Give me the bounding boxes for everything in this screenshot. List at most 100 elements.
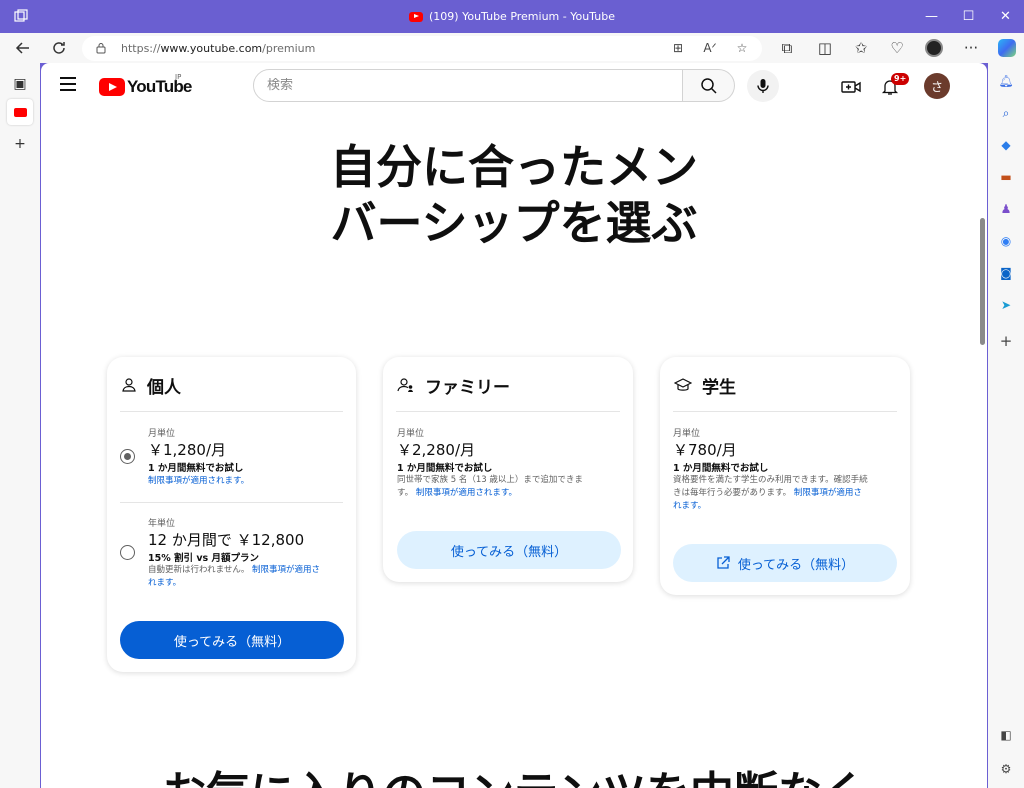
maximize-button[interactable]: ☐	[950, 0, 987, 33]
restrictions-link[interactable]: 制限事項が適用さ	[794, 488, 862, 498]
browser-essentials-button[interactable]: ♡	[882, 33, 912, 63]
section-heading: お気に入りのコンテンツを中断なく	[41, 757, 987, 788]
menu-hamburger-icon[interactable]	[60, 77, 82, 95]
tag-icon: ◆	[1001, 138, 1011, 152]
tab-youtube[interactable]	[7, 99, 33, 125]
plan-header: ファミリー	[397, 373, 510, 398]
youtube-wordmark: YouTube	[127, 77, 192, 96]
divider	[396, 411, 620, 412]
extensions-button[interactable]: ⧉	[772, 33, 802, 63]
sidebar-notifications-button[interactable]: 🔔︎	[996, 71, 1016, 91]
plus-icon: +	[14, 136, 26, 152]
page-scrollbar[interactable]	[980, 218, 985, 345]
sidebar-outlook-button[interactable]: ◙	[996, 263, 1016, 283]
tab-actions-button[interactable]: ▣	[7, 71, 33, 97]
voice-search-button[interactable]	[747, 70, 779, 102]
tab-actions-icon: ▣	[13, 76, 27, 92]
sidebar-settings-button[interactable]: ⚙	[996, 759, 1016, 779]
account-avatar[interactable]: さ	[924, 73, 950, 99]
address-bar[interactable]: https://www.youtube.com/premium ⊞ Aᐟ ☆	[82, 36, 762, 61]
close-button[interactable]: ✕	[987, 0, 1024, 33]
family-description: 同世帯で家族 5 名（13 歳以上）まで追加できま す。 制限事項が適用されます…	[397, 475, 583, 498]
window-controls: — ☐ ✕	[913, 0, 1024, 33]
back-arrow-icon	[15, 42, 29, 54]
search-input[interactable]	[267, 78, 657, 93]
split-screen-button[interactable]: ◫	[810, 33, 840, 63]
minimize-button[interactable]: —	[913, 0, 950, 33]
send-icon: ➤	[1000, 298, 1012, 312]
plus-icon: +	[999, 332, 1013, 350]
m365-icon: ◉	[1000, 234, 1012, 248]
heart-pulse-icon: ♡	[890, 39, 904, 57]
split-screen-icon: ◫	[817, 39, 833, 57]
search-box[interactable]	[253, 69, 683, 102]
microphone-icon	[757, 79, 769, 93]
back-button[interactable]	[8, 33, 38, 63]
copilot-button[interactable]	[992, 33, 1022, 63]
refresh-icon	[53, 42, 65, 54]
auto-renew-note: 自動更新は行われません。 制限事項が適用さ れます。	[148, 565, 321, 588]
discount-text: 15% 割引 vs 月額プラン	[148, 553, 260, 564]
read-aloud-icon[interactable]: Aᐟ	[702, 40, 718, 56]
youtube-tab-icon	[13, 107, 27, 117]
lock-icon[interactable]	[96, 42, 106, 54]
student-try-free-button[interactable]: 使ってみる（無料）	[673, 544, 897, 582]
favorites-icon: ✩	[854, 39, 868, 57]
divider	[120, 502, 343, 503]
search-icon: ⌕	[1002, 105, 1010, 120]
sidebar-tools-button[interactable]: ▬	[996, 167, 1016, 187]
plan-header: 学生	[674, 373, 736, 398]
person-icon	[122, 378, 136, 392]
page-title-line-1: 自分に合ったメン	[330, 140, 698, 194]
window-titlebar: (109) YouTube Premium - YouTube — ☐ ✕	[0, 0, 1024, 33]
youtube-play-icon	[99, 78, 125, 96]
favorites-button[interactable]: ✩	[846, 33, 876, 63]
window-title: (109) YouTube Premium - YouTube	[0, 0, 1024, 33]
settings-more-button[interactable]: ···	[956, 33, 986, 63]
monthly-price: ￥1,280/月	[148, 441, 226, 459]
vertical-tab-bar: ▣ +	[0, 63, 40, 788]
divider	[673, 411, 897, 412]
monthly-radio[interactable]	[120, 449, 135, 464]
student-option: 月単位 ￥780/月 1 か月間無料でお試し 資格要件を満たす学生のみ利用できま…	[673, 426, 901, 513]
sidebar-games-button[interactable]: ♟	[996, 199, 1016, 219]
sidebar-hide-button[interactable]: ◧	[996, 725, 1016, 745]
restrictions-link[interactable]: 制限事項が適用さ	[252, 565, 320, 575]
billing-period-label: 月単位	[673, 429, 701, 439]
create-button[interactable]	[838, 74, 864, 100]
annual-option[interactable]: 年単位 12 か月間で ￥12,800 15% 割引 vs 月額プラン 自動更新…	[148, 516, 348, 590]
url-text[interactable]: https://www.youtube.com/premium	[121, 42, 315, 55]
app-available-icon[interactable]: ⊞	[670, 40, 686, 56]
profile-button[interactable]	[919, 33, 949, 63]
refresh-button[interactable]	[44, 33, 74, 63]
restrictions-link-cont[interactable]: れます。	[673, 501, 706, 511]
individual-try-free-button[interactable]: 使ってみる（無料）	[120, 621, 344, 659]
annual-price: 12 か月間で ￥12,800	[148, 531, 305, 549]
external-link-icon	[717, 556, 730, 569]
divider	[120, 411, 343, 412]
monthly-option[interactable]: 月単位 ￥1,280/月 1 か月間無料でお試し 制限事項が適用されます。	[148, 426, 348, 486]
toolbox-icon: ▬	[1000, 170, 1012, 184]
puzzle-icon: ⧉	[781, 39, 793, 57]
family-price: ￥2,280/月	[397, 441, 475, 459]
plan-card-family: ファミリー 月単位 ￥2,280/月 1 か月間無料でお試し 同世帯で家族 5 …	[383, 357, 633, 582]
youtube-logo[interactable]: YouTube JP	[99, 73, 192, 97]
search-button[interactable]	[683, 69, 735, 102]
copilot-icon	[998, 39, 1016, 57]
restrictions-link[interactable]: 制限事項が適用されます。	[148, 474, 348, 486]
sidebar-drop-button[interactable]: ➤	[996, 295, 1016, 315]
page-title: 自分に合ったメン バーシップを選ぶ	[41, 139, 987, 251]
sidebar-add-button[interactable]: +	[996, 331, 1016, 351]
restrictions-link-cont[interactable]: れます。	[148, 578, 181, 588]
sidebar-search-button[interactable]: ⌕	[996, 103, 1016, 123]
family-try-free-button[interactable]: 使ってみる（無料）	[397, 531, 621, 569]
new-tab-button[interactable]: +	[7, 131, 33, 157]
favorite-star-icon[interactable]: ☆	[734, 40, 750, 56]
sidebar-m365-button[interactable]: ◉	[996, 231, 1016, 251]
sidebar-shopping-button[interactable]: ◆	[996, 135, 1016, 155]
restrictions-link[interactable]: 制限事項が適用されます。	[416, 488, 517, 498]
sidebar-layout-icon: ◧	[1000, 728, 1012, 742]
edge-sidebar: 🔔︎ ⌕ ◆ ▬ ♟ ◉ ◙ ➤ + ◧ ⚙	[988, 63, 1024, 788]
youtube-header: YouTube JP 9+ さ	[41, 63, 987, 111]
annual-radio[interactable]	[120, 545, 135, 560]
